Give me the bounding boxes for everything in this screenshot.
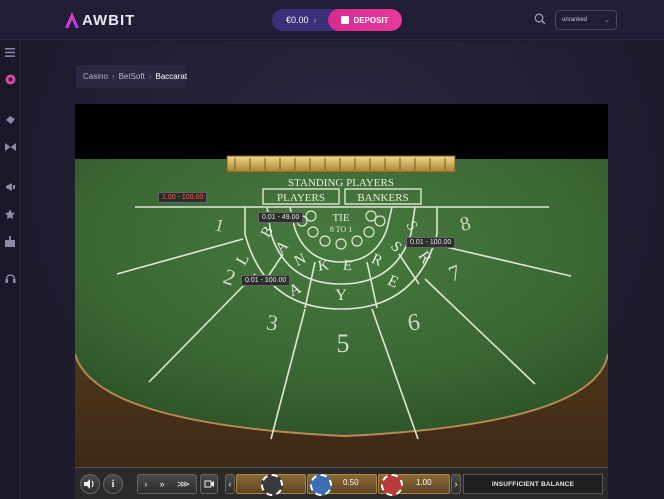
sidebar [0,40,20,499]
breadcrumb-baccarat: Baccarat [155,72,188,81]
promotions-icon[interactable] [4,181,16,193]
casino-icon[interactable] [4,73,16,85]
search-icon[interactable] [534,13,546,25]
menu-icon[interactable] [4,46,16,58]
tie-limit-label: 0.01 - 49.00 [258,212,304,223]
seat-5[interactable]: 5 [337,329,350,358]
balance-value: €0.00 [286,15,309,25]
fastest-icon[interactable]: ⋙ [177,479,190,490]
banker-limit-label: 0.01 - 100.00 [406,237,456,248]
chip-value-2: 1.00 [416,478,432,487]
breadcrumb-betsoft[interactable]: BetSoft [119,72,145,81]
support-icon[interactable] [4,272,16,284]
logo-text: AWBIT [82,11,136,29]
sound-button[interactable] [80,474,100,494]
chip-icon [381,474,403,496]
chip-selector-2[interactable]: 0.50 [307,474,377,496]
chevron-right-icon: › [148,72,152,81]
chip-icon [261,474,283,496]
info-icon: i [111,478,115,490]
player-letter-3: Y [335,287,347,304]
deposit-label: DEPOSIT [353,15,389,25]
rank-select[interactable]: unranked ⌄ [555,10,617,30]
standing-players-label: STANDING PLAYERS [288,177,394,189]
rank-value: unranked [562,17,588,23]
game-control-bar: i › » ⋙ ‹ 0.50 1.00 › INSUFFICIENT BALAN… [75,467,608,499]
wallet-icon [341,16,350,24]
baccarat-table[interactable]: STANDING PLAYERS PLAYERS BANKERS TIE 8 T… [75,104,608,499]
chevron-right-icon: › [313,15,317,25]
autoplay-icon [204,480,214,488]
player-limit-label: 0.01 - 100.00 [241,275,291,286]
play-icon[interactable]: › [144,479,147,489]
vip-icon[interactable] [4,208,16,220]
fast-icon[interactable]: » [160,479,165,489]
deposit-button[interactable]: DEPOSIT [328,9,402,31]
chevron-right-icon: › [111,72,115,81]
esports-icon[interactable] [4,141,16,153]
chevron-down-icon: ⌄ [604,17,610,24]
balance-dropdown[interactable]: €0.00 › [272,15,328,25]
chip-selector-3[interactable]: 1.00 [378,474,450,496]
card-shoe-tray [226,155,456,173]
tie-odds-label: 8 TO 1 [330,225,352,234]
bankers-label: BANKERS [357,192,408,204]
game-frame[interactable]: STANDING PLAYERS PLAYERS BANKERS TIE 8 T… [75,104,608,499]
bonus-icon[interactable] [4,235,16,247]
standing-limit-label: 1.00 - 100.00 [158,192,208,203]
autoplay-button[interactable] [200,474,218,494]
chip-prev-button[interactable]: ‹ [225,474,235,494]
top-header: AWBIT €0.00 › DEPOSIT unranked ⌄ [0,0,664,40]
logo-mark-icon [65,12,79,28]
logo[interactable]: AWBIT [64,10,135,30]
chip-next-button[interactable]: › [451,474,461,494]
sports-icon[interactable] [4,113,16,125]
players-label: PLAYERS [277,192,325,204]
chip-icon [310,474,332,496]
info-button[interactable]: i [103,474,123,494]
wallet: €0.00 › DEPOSIT [272,9,402,31]
chip-value-1: 0.50 [343,478,359,487]
speed-controls: › » ⋙ [137,474,197,494]
status-message: INSUFFICIENT BALANCE [463,474,603,494]
chip-selector-1[interactable] [236,474,306,496]
tie-label: TIE [332,212,349,224]
breadcrumb: Casino › BetSoft › Baccarat [76,65,188,88]
speaker-icon [84,479,94,489]
breadcrumb-casino[interactable]: Casino [83,72,108,81]
